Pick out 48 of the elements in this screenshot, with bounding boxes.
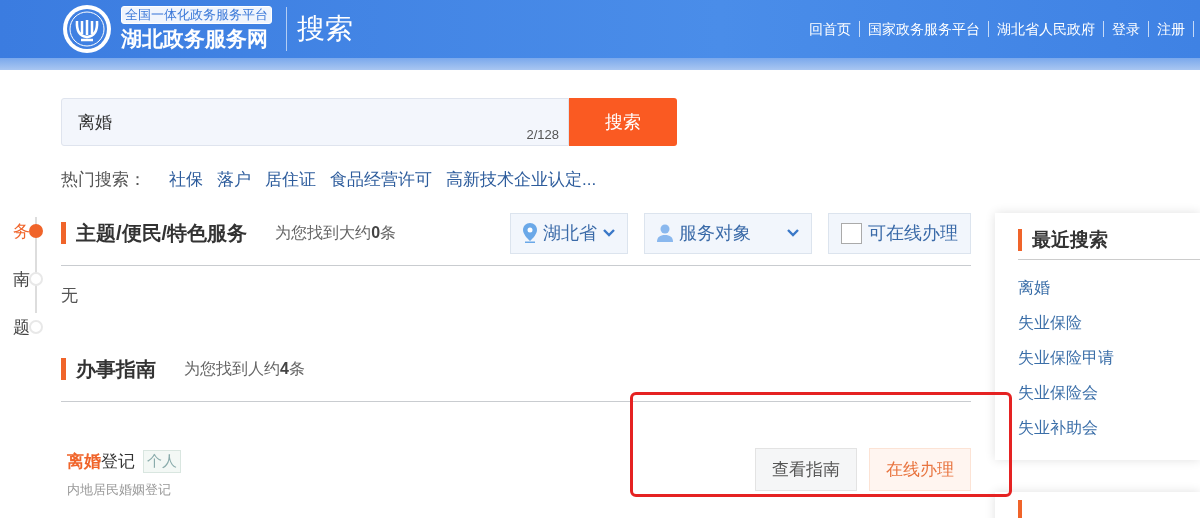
page-title: 搜索 — [297, 12, 353, 46]
person-icon — [657, 224, 673, 242]
result-count: 为您找到大约0条 — [275, 222, 397, 243]
chevron-down-icon — [603, 229, 615, 237]
hot-search-label: 热门搜索： — [61, 169, 146, 191]
hot-search-link[interactable]: 落户 — [217, 168, 251, 191]
result-count: 为您找到人约4条 — [184, 358, 305, 379]
nav-item[interactable]: 题 — [13, 315, 30, 339]
section-title: 主题/便民/特色服务 — [76, 220, 248, 246]
recent-search-link[interactable]: 失业保险 — [1018, 312, 1200, 334]
header-link[interactable]: 国家政务服务平台 — [860, 21, 989, 37]
header-link[interactable]: 注册 — [1149, 21, 1194, 37]
hot-search-link[interactable]: 高新技术企业认定... — [446, 168, 597, 191]
section-marker — [1018, 500, 1022, 518]
guide-title-link[interactable]: 离婚登记 — [67, 450, 135, 473]
header-link[interactable]: 登录 — [1104, 21, 1149, 37]
platform-badge: 全国一体化政务服务平台 — [121, 6, 272, 24]
online-apply-button[interactable]: 在线办理 — [869, 448, 971, 491]
empty-result-text: 无 — [61, 285, 79, 307]
site-name: 湖北政务服务网 — [121, 26, 269, 52]
section-marker — [1018, 229, 1022, 251]
location-pin-icon — [523, 223, 537, 243]
region-dropdown[interactable]: 湖北省 — [510, 212, 628, 254]
view-guide-button[interactable]: 查看指南 — [755, 448, 857, 491]
audience-dropdown[interactable]: 服务对象 — [644, 212, 812, 254]
search-button[interactable]: 搜索 — [569, 98, 677, 146]
nav-item[interactable]: 务 — [13, 219, 30, 243]
recent-search-link[interactable]: 离婚 — [1018, 277, 1200, 299]
checkbox[interactable] — [841, 222, 862, 244]
card-title: 最近搜索 — [1032, 228, 1108, 252]
recent-search-link[interactable]: 失业补助会 — [1018, 417, 1200, 439]
guide-subtitle: 内地居民婚姻登记 — [67, 481, 172, 499]
recent-search-link[interactable]: 失业保险甲请 — [1018, 347, 1200, 369]
checkbox-label: 可在线办理 — [868, 222, 958, 245]
audience-tag: 个人 — [143, 450, 181, 473]
header-link[interactable]: 湖北省人民政府 — [989, 21, 1104, 37]
character-counter: 2/128 — [526, 127, 559, 142]
recent-search-link[interactable]: 失业保险会 — [1018, 382, 1200, 404]
section-marker — [61, 358, 66, 380]
chevron-down-icon — [787, 229, 799, 237]
hot-search-link[interactable]: 社保 — [169, 168, 203, 191]
emblem-logo — [62, 4, 112, 54]
section-marker — [61, 222, 66, 244]
nav-item[interactable]: 南 — [13, 267, 30, 291]
section-title: 办事指南 — [76, 356, 156, 382]
hot-search-link[interactable]: 食品经营许可 — [330, 168, 432, 191]
header-link[interactable]: 回首页 — [801, 21, 860, 37]
hot-search-link[interactable]: 居住证 — [265, 168, 316, 191]
